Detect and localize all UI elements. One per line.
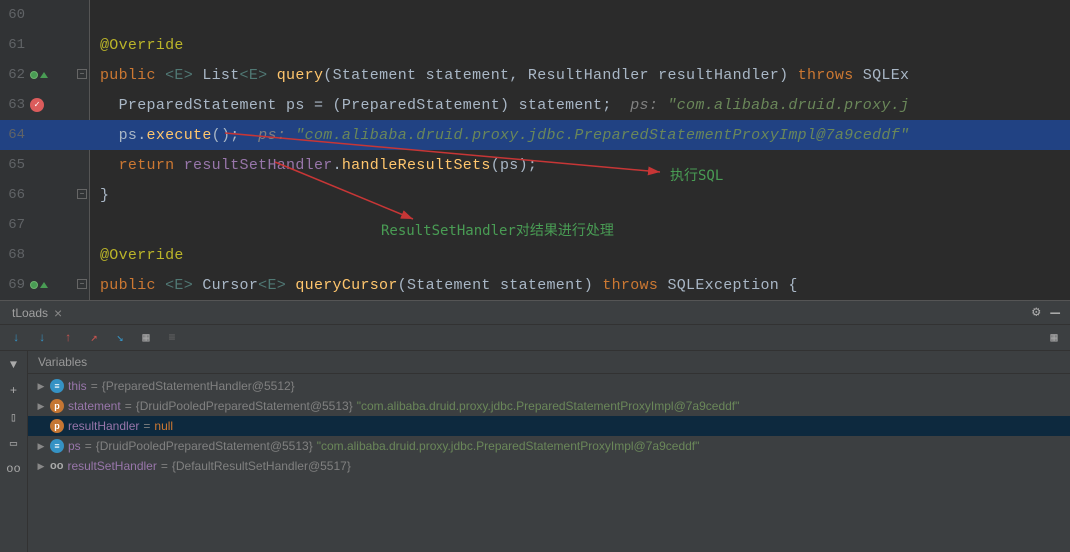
debug-tab[interactable]: tLoads × bbox=[4, 303, 70, 323]
variables-header: Variables bbox=[28, 351, 1070, 374]
minimize-icon[interactable]: — bbox=[1050, 304, 1060, 322]
close-icon[interactable]: × bbox=[54, 305, 62, 321]
annotation: @Override bbox=[100, 247, 184, 264]
drop-frame-icon[interactable]: ↘ bbox=[112, 330, 128, 346]
line-number: 63 bbox=[0, 97, 28, 113]
code-line-64-current[interactable]: 64 ps.execute(); ps: "com.alibaba.druid.… bbox=[0, 120, 1070, 150]
run-marker-icon[interactable] bbox=[30, 71, 38, 79]
code-line-67[interactable]: 67 bbox=[0, 210, 1070, 240]
filter2-icon[interactable]: ▭ bbox=[6, 435, 22, 451]
param-badge-icon: p bbox=[50, 399, 64, 413]
code-line-69[interactable]: 69 − public <E> Cursor<E> queryCursor(St… bbox=[0, 270, 1070, 300]
line-number: 61 bbox=[0, 37, 28, 53]
add-icon[interactable]: + bbox=[6, 383, 22, 399]
show-icon[interactable]: oo bbox=[6, 461, 22, 477]
line-number: 66 bbox=[0, 187, 28, 203]
annotation: @Override bbox=[100, 37, 184, 54]
left-toolbar: ▼ + ▯ ▭ oo bbox=[0, 351, 28, 552]
equals-badge-icon: ≡ bbox=[50, 379, 64, 393]
code-line-62[interactable]: 62 − public <E> List<E> query(Statement … bbox=[0, 60, 1070, 90]
expand-icon[interactable]: ▶ bbox=[36, 441, 46, 452]
var-row-resulthandler[interactable]: p resultHandler = null bbox=[28, 416, 1070, 436]
equals-badge-icon: ≡ bbox=[50, 439, 64, 453]
variables-content: Variables ▶ ≡ this = {PreparedStatementH… bbox=[28, 351, 1070, 552]
expand-icon[interactable]: ▶ bbox=[36, 381, 46, 392]
code-line-63[interactable]: 63 PreparedStatement ps = (PreparedState… bbox=[0, 90, 1070, 120]
force-step-into-icon[interactable]: ↑ bbox=[60, 330, 76, 346]
override-up-icon[interactable] bbox=[40, 72, 48, 78]
code-line-66[interactable]: 66 − } bbox=[0, 180, 1070, 210]
code-line-60[interactable]: 60 bbox=[0, 0, 1070, 30]
run-marker-icon[interactable] bbox=[30, 281, 38, 289]
var-row-this[interactable]: ▶ ≡ this = {PreparedStatementHandler@551… bbox=[28, 376, 1070, 396]
tab-label: tLoads bbox=[12, 306, 48, 320]
fold-end-icon[interactable]: − bbox=[77, 189, 87, 199]
var-row-ps[interactable]: ▶ ≡ ps = {DruidPooledPreparedStatement@5… bbox=[28, 436, 1070, 456]
code-line-68[interactable]: 68 @Override bbox=[0, 240, 1070, 270]
var-row-statement[interactable]: ▶ p statement = {DruidPooledPreparedStat… bbox=[28, 396, 1070, 416]
expand-icon[interactable]: ▶ bbox=[36, 401, 46, 412]
panel-tabs: tLoads × ⚙ — bbox=[0, 301, 1070, 325]
step-over-icon[interactable]: ↓ bbox=[8, 330, 24, 346]
code-line-61[interactable]: 61 @Override bbox=[0, 30, 1070, 60]
expand-icon[interactable]: ▶ bbox=[36, 461, 46, 472]
debug-panel: tLoads × ⚙ — ↓ ↓ ↑ ↗ ↘ ▦ ≡ ▦ ▼ + ▯ ▭ oo … bbox=[0, 300, 1070, 552]
more-icon[interactable]: ≡ bbox=[164, 330, 180, 346]
line-number: 62 bbox=[0, 67, 28, 83]
layout-icon[interactable]: ▦ bbox=[1046, 330, 1062, 346]
breakpoint-icon[interactable] bbox=[30, 98, 44, 112]
gear-icon[interactable]: ⚙ bbox=[1032, 304, 1040, 322]
step-into-icon[interactable]: ↓ bbox=[34, 330, 50, 346]
copy-icon[interactable]: ▯ bbox=[6, 409, 22, 425]
calculator-icon[interactable]: ▦ bbox=[138, 330, 154, 346]
variables-tree[interactable]: ▶ ≡ this = {PreparedStatementHandler@551… bbox=[28, 374, 1070, 552]
infinity-badge-icon: oo bbox=[50, 459, 63, 473]
fold-start-icon[interactable]: − bbox=[77, 279, 87, 289]
variables-section: ▼ + ▯ ▭ oo Variables ▶ ≡ this = {Prepare… bbox=[0, 351, 1070, 552]
code-line-65[interactable]: 65 return resultSetHandler.handleResultS… bbox=[0, 150, 1070, 180]
step-out-icon[interactable]: ↗ bbox=[86, 330, 102, 346]
param-badge-icon: p bbox=[50, 419, 64, 433]
line-number: 68 bbox=[0, 247, 28, 263]
line-number: 67 bbox=[0, 217, 28, 233]
editor-area[interactable]: 60 61 @Override 62 − public <E> List<E> … bbox=[0, 0, 1070, 300]
override-up-icon[interactable] bbox=[40, 282, 48, 288]
line-number: 64 bbox=[0, 127, 28, 143]
line-number: 60 bbox=[0, 7, 28, 23]
filter-icon[interactable]: ▼ bbox=[6, 357, 22, 373]
line-number: 69 bbox=[0, 277, 28, 293]
var-row-resultsethandler[interactable]: ▶ oo resultSetHandler = {DefaultResultSe… bbox=[28, 456, 1070, 476]
line-number: 65 bbox=[0, 157, 28, 173]
debug-toolbar: ↓ ↓ ↑ ↗ ↘ ▦ ≡ ▦ bbox=[0, 325, 1070, 351]
fold-start-icon[interactable]: − bbox=[77, 69, 87, 79]
